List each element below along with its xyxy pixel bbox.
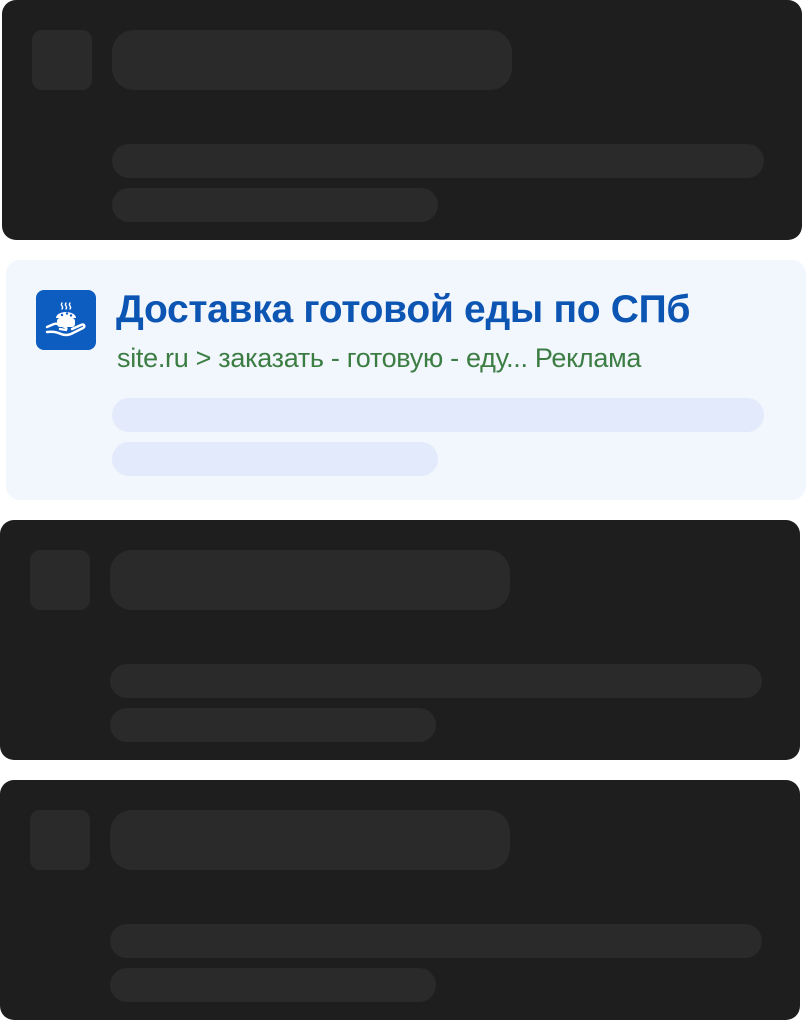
search-result-placeholder-1 — [2, 0, 802, 240]
result-favicon-placeholder — [32, 30, 92, 90]
search-result-placeholder-3 — [0, 780, 800, 1020]
result-snippet-line-placeholder — [110, 968, 436, 1002]
ad-title-link[interactable]: Доставка готовой еды по СПб — [116, 286, 690, 334]
ad-snippet-line-placeholder — [112, 442, 438, 476]
result-favicon-placeholder — [30, 550, 90, 610]
result-title-placeholder — [110, 810, 510, 870]
ad-label: Реклама — [534, 343, 642, 373]
result-snippet-line-placeholder — [110, 664, 762, 698]
result-snippet-line-placeholder — [112, 188, 438, 222]
result-snippet-line-placeholder — [110, 924, 762, 958]
ad-snippet-line-placeholder — [112, 398, 764, 432]
ad-url-breadcrumb[interactable]: site.ru > заказать - готовую - еду... — [117, 343, 528, 373]
search-result-placeholder-2 — [0, 520, 800, 760]
result-snippet-line-placeholder — [112, 144, 764, 178]
ad-search-result[interactable]: Доставка готовой еды по СПб site.ru > за… — [6, 260, 806, 500]
food-delivery-hand-icon — [36, 290, 96, 350]
result-favicon-placeholder — [30, 810, 90, 870]
result-title-placeholder — [110, 550, 510, 610]
result-title-placeholder — [112, 30, 512, 90]
result-snippet-line-placeholder — [110, 708, 436, 742]
ad-url-line[interactable]: site.ru > заказать - готовую - еду... Ре… — [117, 340, 641, 376]
